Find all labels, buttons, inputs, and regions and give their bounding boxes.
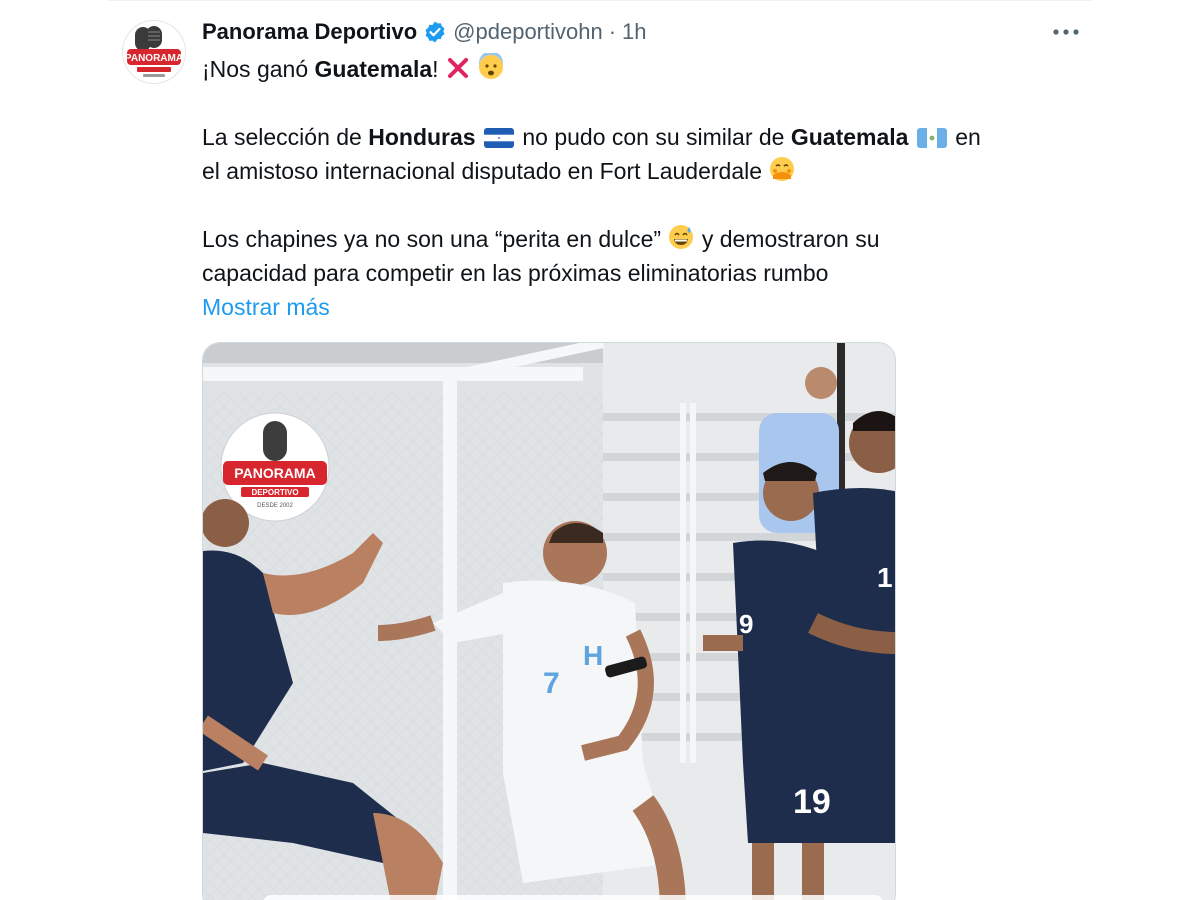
text-line-3: el amistoso internacional disputado en F… [202,154,1102,188]
text-line-1: ¡Nos ganó Guatemala! [202,52,1102,86]
jersey-chest-letter: H [583,640,603,671]
watermark-sub: DEPORTIVO [251,488,298,497]
avatar-logo-text: PANORAMA [125,53,183,64]
avatar[interactable]: PANORAMA [122,20,186,84]
bold-guatemala: Guatemala [314,56,433,82]
soccer-match-photo: PANORAMA DEPORTIVO DESDE 2002 7 H 9 19 1 [203,343,895,900]
tweet-header: Panorama Deportivo @pdeportivohn · 1h [202,16,647,48]
jersey-number-right-1: 9 [739,609,753,639]
panorama-logo-icon: PANORAMA [125,26,183,77]
text-line-5: capacidad para competir en las próximas … [202,260,829,286]
separator-dot: · [608,19,617,44]
tweet-timestamp[interactable]: 1h [622,19,646,45]
tweet-media-photo[interactable]: PANORAMA DEPORTIVO DESDE 2002 7 H 9 19 1 [202,342,896,900]
guatemala-flag-icon [916,128,947,148]
bold-honduras: Honduras [368,124,476,150]
grinning-face-with-sweat-icon [669,225,694,249]
face-with-hand-over-mouth-icon [770,157,795,181]
text-line-4: Los chapines ya no son una “perita en du… [202,222,1102,256]
bold-guatemala-2: Guatemala [790,124,909,150]
tweet-text: ¡Nos ganó Guatemala! La selección de Hon… [202,52,1102,324]
verified-badge-icon[interactable] [423,20,447,44]
text-line-2: La selección de Honduras no pudo con su … [202,124,981,150]
watermark-since: DESDE 2002 [257,503,293,509]
top-divider [108,0,1092,1]
more-horizontal-icon [1053,29,1079,35]
honduras-flag-icon [483,128,514,148]
author-handle[interactable]: @pdeportivohn [453,19,603,45]
cross-mark-icon [447,58,468,78]
jersey-number-right-3: 1 [877,562,893,593]
author-display-name[interactable]: Panorama Deportivo [202,19,417,45]
anxious-face-icon [479,53,504,79]
watermark-brand: PANORAMA [234,465,315,481]
more-options-button[interactable] [1048,18,1084,46]
jersey-number-right-2: 19 [793,783,831,821]
show-more-link[interactable]: Mostrar más [202,290,330,324]
jersey-number-center: 7 [543,667,560,700]
